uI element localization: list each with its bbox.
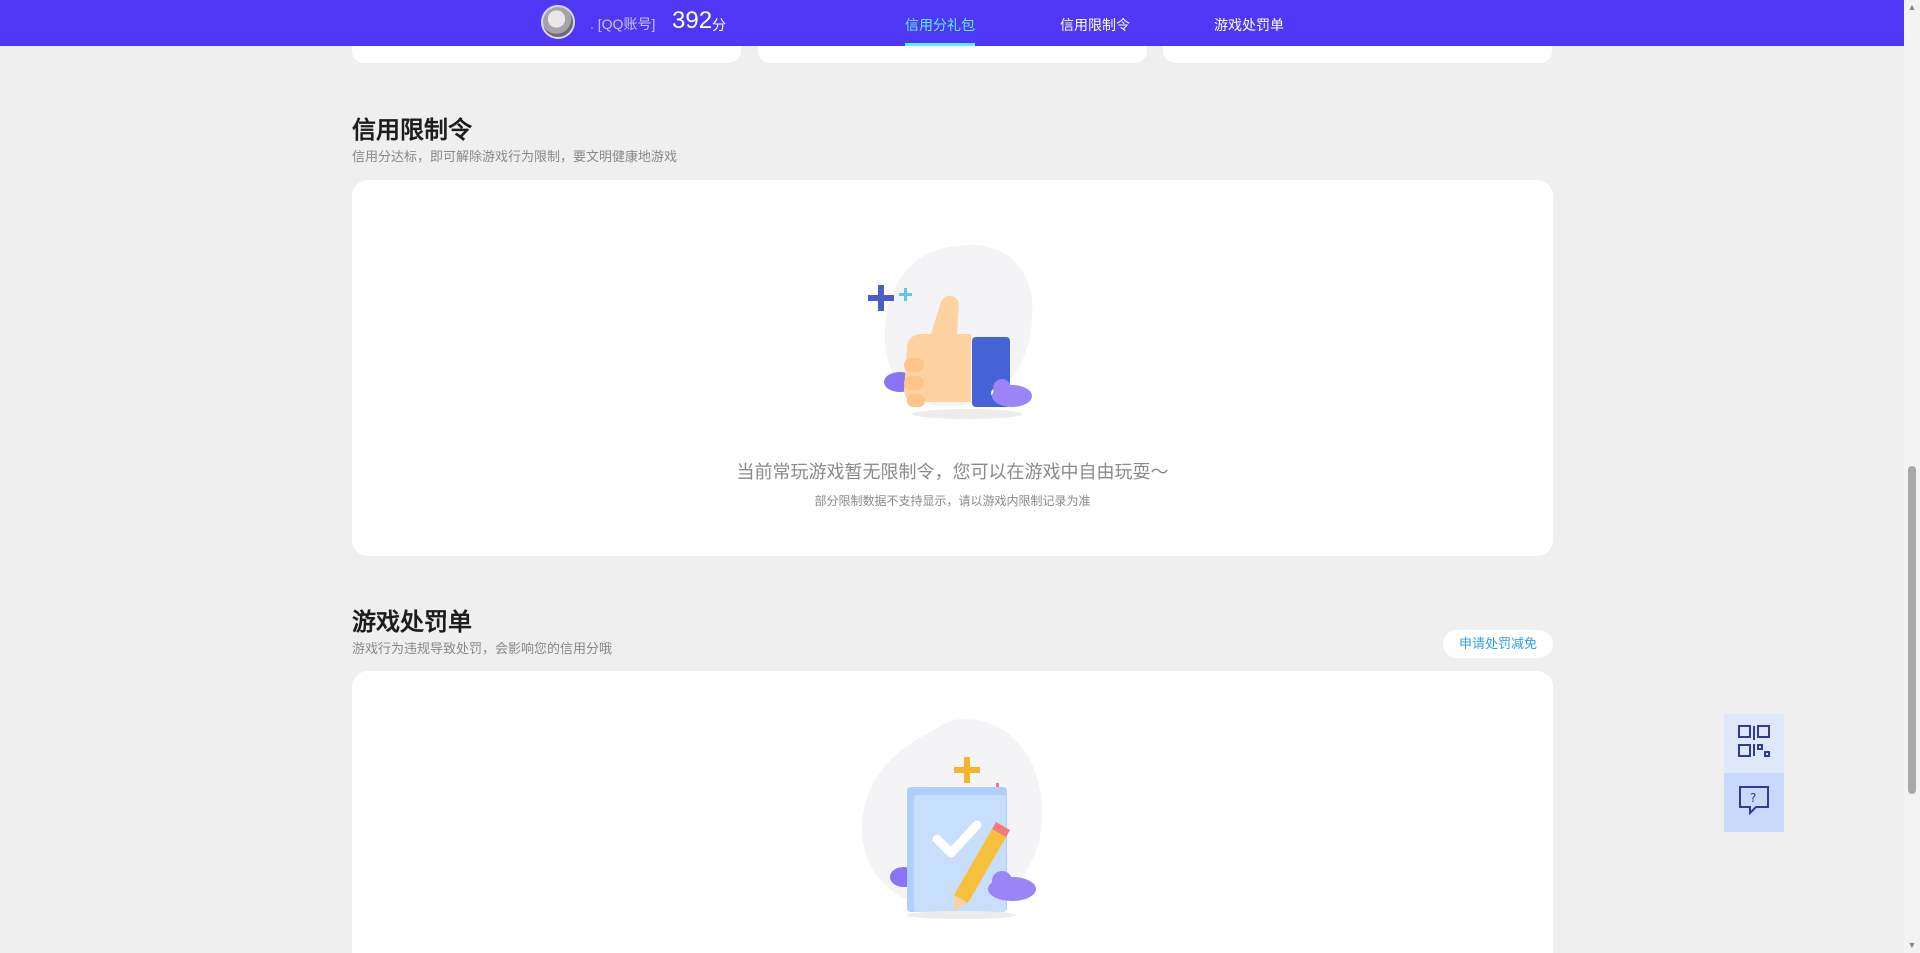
account-label: . [QQ账号] [590,16,656,32]
qr-code-icon [1737,724,1771,763]
restriction-empty-note: 部分限制数据不支持显示，请以游戏内限制记录为准 [814,494,1091,508]
nav-active-indicator [905,43,975,46]
nav-tab-credit-restrictions[interactable]: 信用限制令 [1060,15,1130,35]
avatar[interactable] [541,5,575,39]
restriction-card: 当前常玩游戏暂无限制令，您可以在游戏中自由玩耍～ 部分限制数据不支持显示，请以游… [352,180,1553,556]
nav-tab-game-penalties[interactable]: 游戏处罚单 [1214,15,1284,35]
credit-score: 392 [672,7,713,34]
qr-code-button[interactable] [1724,714,1784,773]
page: . [QQ账号] 392 分 信用分礼包 信用限制令 游戏处罚单 信用限制令 信… [0,0,1920,953]
thumbs-up-icon [852,238,1062,428]
credit-score-unit: 分 [712,17,726,33]
nav-tab-credit-gifts[interactable]: 信用分礼包 [905,15,975,35]
scrollbar-thumb[interactable] [1908,466,1916,794]
restriction-title: 信用限制令 [352,117,472,144]
restriction-subtitle: 信用分达标，即可解除游戏行为限制，要文明健康地游戏 [352,149,678,164]
scroll-up-arrow-icon[interactable]: ▲ [1906,2,1918,12]
penalty-card [352,671,1553,953]
scroll-down-arrow-icon[interactable]: ▼ [1906,940,1918,950]
help-chat-icon: ? [1737,783,1771,822]
feedback-button[interactable]: ? [1724,773,1784,832]
penalty-title: 游戏处罚单 [352,609,472,636]
top-bar: . [QQ账号] 392 分 信用分礼包 信用限制令 游戏处罚单 [0,0,1904,46]
svg-text:?: ? [1750,791,1756,805]
restriction-empty-message: 当前常玩游戏暂无限制令，您可以在游戏中自由玩耍～ [736,462,1169,482]
penalty-subtitle: 游戏行为违规导致处罚，会影响您的信用分哦 [352,641,613,656]
clipboard-check-icon [842,719,1062,919]
apply-penalty-reduction-button[interactable]: 申请处罚减免 [1443,630,1553,658]
